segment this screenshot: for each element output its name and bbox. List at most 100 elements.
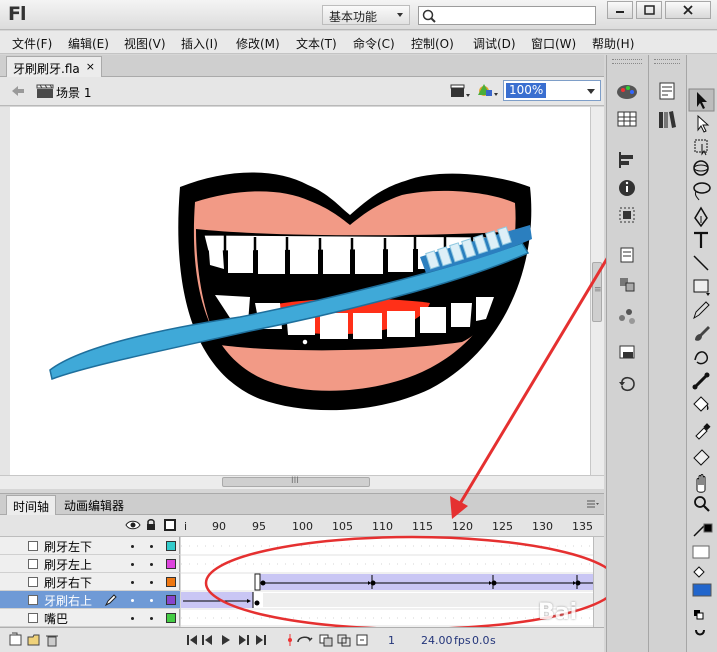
color-panel-icon[interactable] <box>617 85 637 99</box>
workspace-switcher[interactable]: 基本功能 <box>322 5 410 25</box>
text-tool-icon[interactable] <box>694 231 708 248</box>
visibility-dot[interactable] <box>131 563 134 566</box>
eye-icon[interactable] <box>125 519 141 531</box>
layer-row[interactable]: 刷牙右下 <box>0 573 180 591</box>
panel-grip[interactable] <box>612 59 642 64</box>
step-forward-icon[interactable] <box>239 635 249 645</box>
lock-icon[interactable] <box>145 518 157 531</box>
new-folder-icon[interactable] <box>27 634 40 646</box>
current-frame-value[interactable]: 1 <box>388 634 395 647</box>
maximize-button[interactable] <box>636 1 662 19</box>
snap-icon[interactable] <box>695 629 705 636</box>
panel-grip[interactable] <box>654 59 680 64</box>
info-panel-icon[interactable] <box>619 180 635 196</box>
menu-edit[interactable]: 编辑(E) <box>68 35 109 52</box>
timeline-vertical-scrollbar[interactable] <box>593 537 604 627</box>
minimize-button[interactable] <box>607 1 633 19</box>
selection-tool-icon[interactable] <box>688 88 715 112</box>
layer-outline-color[interactable] <box>166 541 176 551</box>
step-back-icon[interactable] <box>202 635 212 645</box>
menu-view[interactable]: 视图(V) <box>124 35 166 52</box>
menu-debug[interactable]: 调试(D) <box>473 35 516 52</box>
tab-motion-editor[interactable]: 动画编辑器 <box>58 497 130 514</box>
deco-tool-icon[interactable] <box>694 351 709 365</box>
edit-symbols-icon[interactable] <box>449 82 471 100</box>
new-layer-icon[interactable] <box>9 632 22 646</box>
library-panel-icon[interactable] <box>659 111 676 128</box>
document-tab[interactable]: 牙刷刷牙.fla × <box>6 56 102 77</box>
elapsed-time-value[interactable]: 0.0 <box>472 634 490 647</box>
delete-layer-icon[interactable] <box>46 635 58 647</box>
visibility-dot[interactable] <box>131 617 134 620</box>
edit-scene-icon[interactable] <box>476 81 500 101</box>
lasso-tool-icon[interactable] <box>693 182 711 201</box>
last-frame-icon[interactable] <box>256 635 266 645</box>
pencil-tool-icon[interactable] <box>693 301 710 320</box>
zoom-select[interactable]: 100% <box>503 80 601 101</box>
free-transform-tool-icon[interactable] <box>694 139 708 156</box>
onion-outline-icon[interactable] <box>337 634 351 647</box>
frame-grid[interactable] <box>181 537 593 627</box>
close-tab-icon[interactable]: × <box>86 60 95 73</box>
menu-modify[interactable]: 修改(M) <box>236 35 280 52</box>
layer-outline-color[interactable] <box>166 595 176 605</box>
help-search-input[interactable] <box>418 6 596 25</box>
layer-row[interactable]: 刷牙左上 <box>0 555 180 573</box>
layer-outline-color[interactable] <box>166 577 176 587</box>
fill-bucket-small-icon[interactable] <box>693 566 705 578</box>
pencil-icon[interactable] <box>104 593 118 607</box>
lock-dot[interactable] <box>150 563 153 566</box>
paint-bucket-tool-icon[interactable] <box>693 396 709 412</box>
stroke-color-icon[interactable] <box>693 523 713 537</box>
swatches-panel-icon[interactable] <box>617 111 637 127</box>
play-icon[interactable] <box>222 635 230 645</box>
subselection-tool-icon[interactable] <box>697 114 710 133</box>
stage-horizontal-scroll-thumb[interactable]: III <box>222 476 370 487</box>
components-panel-icon[interactable] <box>620 247 634 263</box>
menu-commands[interactable]: 命令(C) <box>353 35 395 52</box>
stage[interactable] <box>10 107 590 475</box>
back-arrow-icon[interactable] <box>10 84 26 98</box>
history-panel-icon[interactable] <box>619 376 635 392</box>
stage-vertical-scroll-thumb[interactable]: ≡ <box>592 262 602 322</box>
visibility-dot[interactable] <box>131 581 134 584</box>
transform-panel-icon[interactable] <box>619 207 635 223</box>
layer-row-selected[interactable]: 牙刷右上 <box>0 591 180 609</box>
library-3d-icon[interactable] <box>620 278 635 292</box>
align-panel-icon[interactable] <box>619 152 633 168</box>
onion-skin-icon[interactable] <box>319 634 333 647</box>
fill-color-icon[interactable] <box>692 583 712 597</box>
layer-row[interactable]: 嘴巴 <box>0 609 180 627</box>
tween-span-brush-upper-right[interactable] <box>181 592 593 608</box>
tween-span-brush-lower-right[interactable] <box>254 573 593 591</box>
layer-outline-color[interactable] <box>166 613 176 623</box>
edit-multiple-frames-icon[interactable] <box>356 634 368 646</box>
default-colors-icon[interactable] <box>694 610 704 620</box>
tab-timeline[interactable]: 时间轴 <box>6 495 57 515</box>
menu-text[interactable]: 文本(T) <box>296 35 337 52</box>
lock-dot[interactable] <box>150 581 153 584</box>
line-tool-icon[interactable] <box>693 255 709 271</box>
zoom-tool-icon[interactable] <box>694 496 710 512</box>
center-frame-icon[interactable] <box>288 634 292 646</box>
close-button[interactable] <box>665 1 711 19</box>
layer-outline-color[interactable] <box>166 559 176 569</box>
frame-rate-value[interactable]: 24.00 <box>421 634 453 647</box>
outline-icon[interactable] <box>164 519 176 531</box>
properties-panel-icon[interactable] <box>659 82 675 100</box>
hand-tool-icon[interactable] <box>696 474 706 493</box>
menu-control[interactable]: 控制(O) <box>411 35 454 52</box>
panel-menu-icon[interactable] <box>586 499 600 509</box>
lock-dot[interactable] <box>150 617 153 620</box>
menu-help[interactable]: 帮助(H) <box>592 35 634 52</box>
eraser-tool-icon[interactable] <box>693 449 710 466</box>
menu-file[interactable]: 文件(F) <box>12 35 52 52</box>
layer-row[interactable]: 刷牙左下 <box>0 537 180 555</box>
bone-tool-icon[interactable] <box>692 372 710 390</box>
scene-panel-icon[interactable] <box>619 345 635 359</box>
visibility-dot[interactable] <box>131 599 134 602</box>
pen-tool-icon[interactable] <box>694 206 708 228</box>
lock-dot[interactable] <box>150 599 153 602</box>
menu-window[interactable]: 窗口(W) <box>531 35 576 52</box>
rectangle-tool-icon[interactable] <box>693 279 710 296</box>
